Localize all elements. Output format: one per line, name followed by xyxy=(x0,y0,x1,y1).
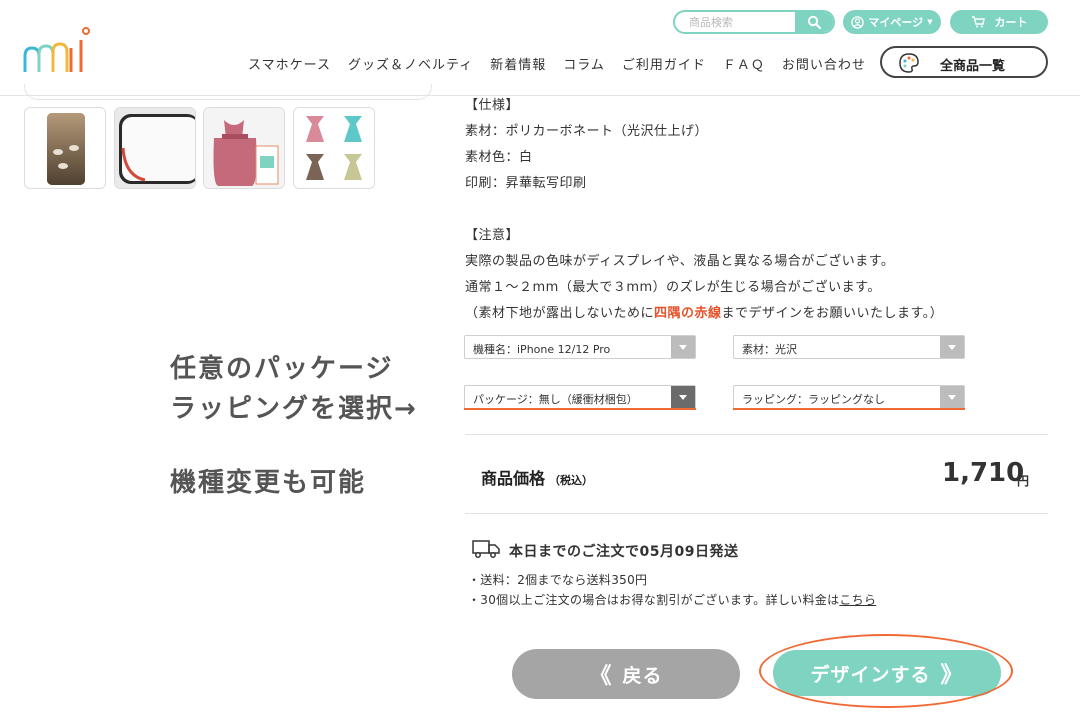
caution-offset: 通常１～２mm（最大で３mm）のズレが生じる場合がございます。 xyxy=(465,280,881,295)
main-nav: スマホケース グッズ＆ノベルティ 新着情報 コラム ご利用ガイド ＦＡＱ お問い… xyxy=(248,54,883,73)
cart-icon xyxy=(971,16,985,28)
search-input[interactable] xyxy=(675,12,797,32)
design-button-highlight-circle xyxy=(759,634,1013,708)
chevron-down-icon xyxy=(940,386,964,408)
spec-material-color: 素材色：白 xyxy=(465,150,533,165)
thumbnail-case-edge[interactable] xyxy=(114,107,196,189)
cart-button[interactable]: カート xyxy=(950,10,1048,34)
shipping-date: 本日までのご注文で05月09日発送 xyxy=(509,544,739,560)
pricing-link[interactable]: こちら xyxy=(839,593,876,607)
package-highlight-underline xyxy=(464,408,696,410)
nav-item-smartphone-case[interactable]: スマホケース xyxy=(248,54,331,73)
caution-heading: 【注意】 xyxy=(465,228,520,243)
nav-item-goods-novelty[interactable]: グッズ＆ノベルティ xyxy=(348,54,473,73)
back-button[interactable]: 《 戻る xyxy=(512,649,740,699)
search-icon xyxy=(807,15,821,29)
bulk-discount-text: ・30個以上ご注文の場合はお得な割引がございます。詳しい料金は xyxy=(468,593,840,607)
chevron-down-icon: ▼ xyxy=(927,18,933,26)
price-label-text: 商品価格 xyxy=(481,469,546,488)
truck-icon xyxy=(472,540,500,558)
divider xyxy=(465,434,1048,435)
caution-color: 実際の製品の色味がディスプレイや、液晶と異なる場合がございます。 xyxy=(465,254,895,269)
thumbnail-gift-bag[interactable] xyxy=(203,107,285,189)
spec-heading: 【仕様】 xyxy=(465,98,520,113)
spec-print: 印刷：昇華転写印刷 xyxy=(465,176,587,191)
all-items-label: 全商品一覧 xyxy=(940,59,1006,74)
nav-item-faq[interactable]: ＦＡＱ xyxy=(723,54,765,73)
spec-material: 素材：ポリカーボネート（光沢仕上げ） xyxy=(465,124,709,139)
wrapping-select-value: ラッピング：ラッピングなし xyxy=(742,393,885,406)
price-unit: 円 xyxy=(1017,474,1030,488)
red-line-highlight: 四隅の赤線 xyxy=(654,306,722,321)
model-select[interactable]: 機種名：iPhone 12/12 Pro xyxy=(464,335,696,359)
search-box xyxy=(673,10,835,34)
search-button[interactable] xyxy=(795,12,833,32)
cart-label: カート xyxy=(994,16,1028,29)
bulk-discount-note: ・30個以上ご注文の場合はお得な割引がございます。詳しい料金はこちら xyxy=(468,591,876,608)
all-items-button[interactable]: 全商品一覧 xyxy=(880,46,1048,78)
site-logo[interactable] xyxy=(22,26,94,76)
caution-red-line-post: までデザインをお願いいたします。） xyxy=(721,306,944,321)
nav-item-contact[interactable]: お問い合わせ xyxy=(782,54,866,73)
chevron-down-icon xyxy=(940,336,964,358)
caution-red-line-pre: （素材下地が露出しないために xyxy=(465,306,655,321)
package-select-value: パッケージ：無し（緩衝材梱包） xyxy=(473,393,638,406)
thumbnail-wood-case[interactable] xyxy=(24,107,106,189)
logo-icon xyxy=(23,27,90,72)
wrapping-select[interactable]: ラッピング：ラッピングなし xyxy=(733,385,965,409)
overlay-text-model-change: 機種変更も可能 xyxy=(170,468,367,498)
shipping-fee: ・送料：2個までなら送料350円 xyxy=(468,573,648,587)
tax-note: （税込） xyxy=(549,474,594,487)
model-select-value: 機種名：iPhone 12/12 Pro xyxy=(473,343,611,356)
overlay-text-wrapping: ラッピングを選択→ xyxy=(170,394,418,424)
thumbnail-bag-colors[interactable] xyxy=(293,107,375,189)
main-product-image xyxy=(24,84,432,100)
nav-item-column[interactable]: コラム xyxy=(563,54,605,73)
nav-item-news[interactable]: 新着情報 xyxy=(490,54,546,73)
back-button-label: 戻る xyxy=(622,664,663,687)
chevron-down-icon xyxy=(671,386,695,408)
overlay-text-package: 任意のパッケージ xyxy=(170,354,394,384)
material-select[interactable]: 素材：光沢 xyxy=(733,335,965,359)
price-value: 1,710 xyxy=(942,458,1025,488)
palette-icon xyxy=(899,53,919,73)
mypage-button[interactable]: マイページ ▼ xyxy=(843,10,941,34)
package-select[interactable]: パッケージ：無し（緩衝材梱包） xyxy=(464,385,696,409)
wrapping-highlight-underline xyxy=(733,408,965,410)
divider xyxy=(465,513,1048,514)
mypage-label: マイページ xyxy=(868,16,924,29)
caution-red-line: （素材下地が露出しないために四隅の赤線までデザインをお願いいたします。） xyxy=(465,302,943,321)
user-icon xyxy=(851,15,865,29)
material-select-value: 素材：光沢 xyxy=(742,343,797,356)
chevron-down-icon xyxy=(671,336,695,358)
site-header: マイページ ▼ カート スマホケース グッズ＆ノベルティ 新着情報 コラム ご利… xyxy=(0,0,1080,96)
price-label: 商品価格 （税込） xyxy=(481,465,593,489)
double-chevron-left-icon: 《 xyxy=(589,664,613,689)
nav-item-guide[interactable]: ご利用ガイド xyxy=(622,54,706,73)
